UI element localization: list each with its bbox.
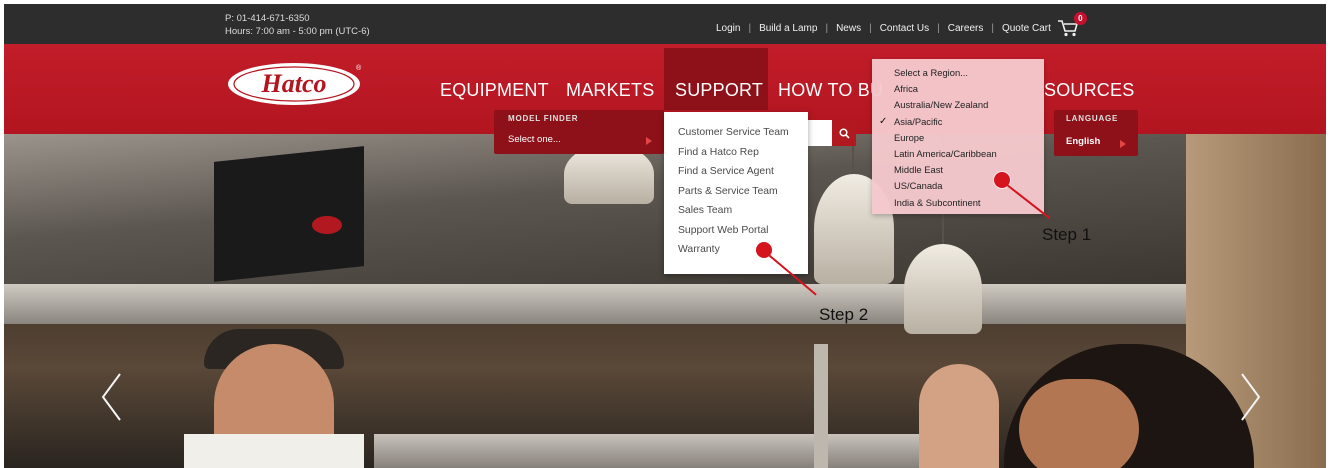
background-person [919, 364, 999, 468]
search-input[interactable] [808, 120, 832, 146]
careers-link[interactable]: Careers [948, 23, 984, 34]
service-counter [374, 434, 994, 468]
contact-info: P: 01-414-671-6350 Hours: 7:00 am - 5:00… [225, 12, 370, 38]
region-placeholder[interactable]: Select a Region... [894, 65, 1044, 81]
server-face [1019, 379, 1139, 468]
search-button[interactable] [832, 120, 856, 146]
region-asia-pacific-label: Asia/Pacific [894, 115, 943, 127]
support-find-service-agent[interactable]: Find a Service Agent [678, 162, 808, 182]
counter-rail [814, 344, 828, 468]
region-asia-pacific[interactable]: ✓ Asia/Pacific [879, 114, 1044, 130]
build-a-lamp-link[interactable]: Build a Lamp [759, 23, 817, 34]
language-label: LANGUAGE [1066, 114, 1119, 123]
browser-frame: P: 01-414-671-6350 Hours: 7:00 am - 5:00… [4, 4, 1326, 468]
business-hours: Hours: 7:00 am - 5:00 pm (UTC-6) [225, 26, 370, 37]
checkmark-icon: ✓ [879, 115, 888, 127]
nav-how-to-buy[interactable]: HOW TO BU [778, 80, 883, 101]
cart-count-badge: 0 [1073, 12, 1087, 25]
slider-prev-icon[interactable] [100, 372, 122, 422]
separator: | [991, 22, 994, 34]
dropdown-arrow-icon [646, 137, 652, 145]
chef-jacket [184, 434, 364, 468]
utility-links: Login | Build a Lamp | News | Contact Us… [716, 12, 1087, 38]
support-customer-service[interactable]: Customer Service Team [678, 123, 808, 143]
registered-mark: ® [356, 64, 362, 72]
support-sales-team[interactable]: Sales Team [678, 201, 808, 221]
model-finder-select[interactable]: Select one... [508, 134, 561, 145]
language-value[interactable]: English [1066, 136, 1100, 147]
model-finder-label: MODEL FINDER [508, 114, 579, 123]
step2-label: Step 2 [819, 305, 869, 324]
panel-logo [312, 216, 342, 234]
region-us-canada[interactable]: US/Canada [894, 178, 1044, 194]
dropdown-arrow-icon [1120, 140, 1126, 148]
news-link[interactable]: News [836, 23, 861, 34]
support-find-rep[interactable]: Find a Hatco Rep [678, 143, 808, 163]
support-dropdown: Customer Service Team Find a Hatco Rep F… [664, 112, 808, 274]
nav-support[interactable]: SUPPORT [675, 80, 763, 101]
pendant-lamp [904, 244, 982, 334]
region-dropdown: Select a Region... Africa Australia/New … [872, 59, 1044, 214]
separator: | [825, 22, 829, 34]
region-africa[interactable]: Africa [894, 81, 1044, 97]
slider-next-icon[interactable] [1240, 372, 1262, 422]
support-warranty[interactable]: Warranty [678, 240, 808, 260]
phone-number: P: 01-414-671-6350 [225, 13, 310, 24]
search-icon [838, 127, 850, 139]
region-australia-nz[interactable]: Australia/New Zealand [894, 97, 1044, 113]
model-finder[interactable]: MODEL FINDER Select one... [494, 110, 664, 154]
region-europe[interactable]: Europe [894, 130, 1044, 146]
region-latin-america[interactable]: Latin America/Caribbean [894, 146, 1044, 162]
separator: | [937, 22, 940, 34]
separator: | [869, 22, 872, 34]
support-web-portal[interactable]: Support Web Portal [678, 221, 808, 241]
language-selector[interactable]: LANGUAGE English [1054, 110, 1138, 156]
step1-label: Step 1 [1042, 225, 1092, 244]
login-link[interactable]: Login [716, 23, 740, 34]
nav-equipment[interactable]: EQUIPMENT [440, 80, 549, 101]
quote-cart-link[interactable]: Quote Cart [1002, 23, 1051, 34]
nav-resources[interactable]: SOURCES [1044, 80, 1134, 101]
heated-shelf [4, 284, 1326, 324]
hatco-logo[interactable]: Hatco ® [226, 62, 362, 106]
cart-icon[interactable]: 0 [1057, 12, 1087, 38]
heat-lamp-panel [214, 146, 364, 282]
logo-wordmark: Hatco [261, 69, 327, 98]
support-parts-service[interactable]: Parts & Service Team [678, 182, 808, 202]
utility-bar: P: 01-414-671-6350 Hours: 7:00 am - 5:00… [4, 4, 1326, 44]
region-middle-east[interactable]: Middle East [894, 162, 1044, 178]
separator: | [748, 22, 752, 34]
contact-us-link[interactable]: Contact Us [880, 23, 929, 34]
nav-markets[interactable]: MARKETS [566, 80, 654, 101]
